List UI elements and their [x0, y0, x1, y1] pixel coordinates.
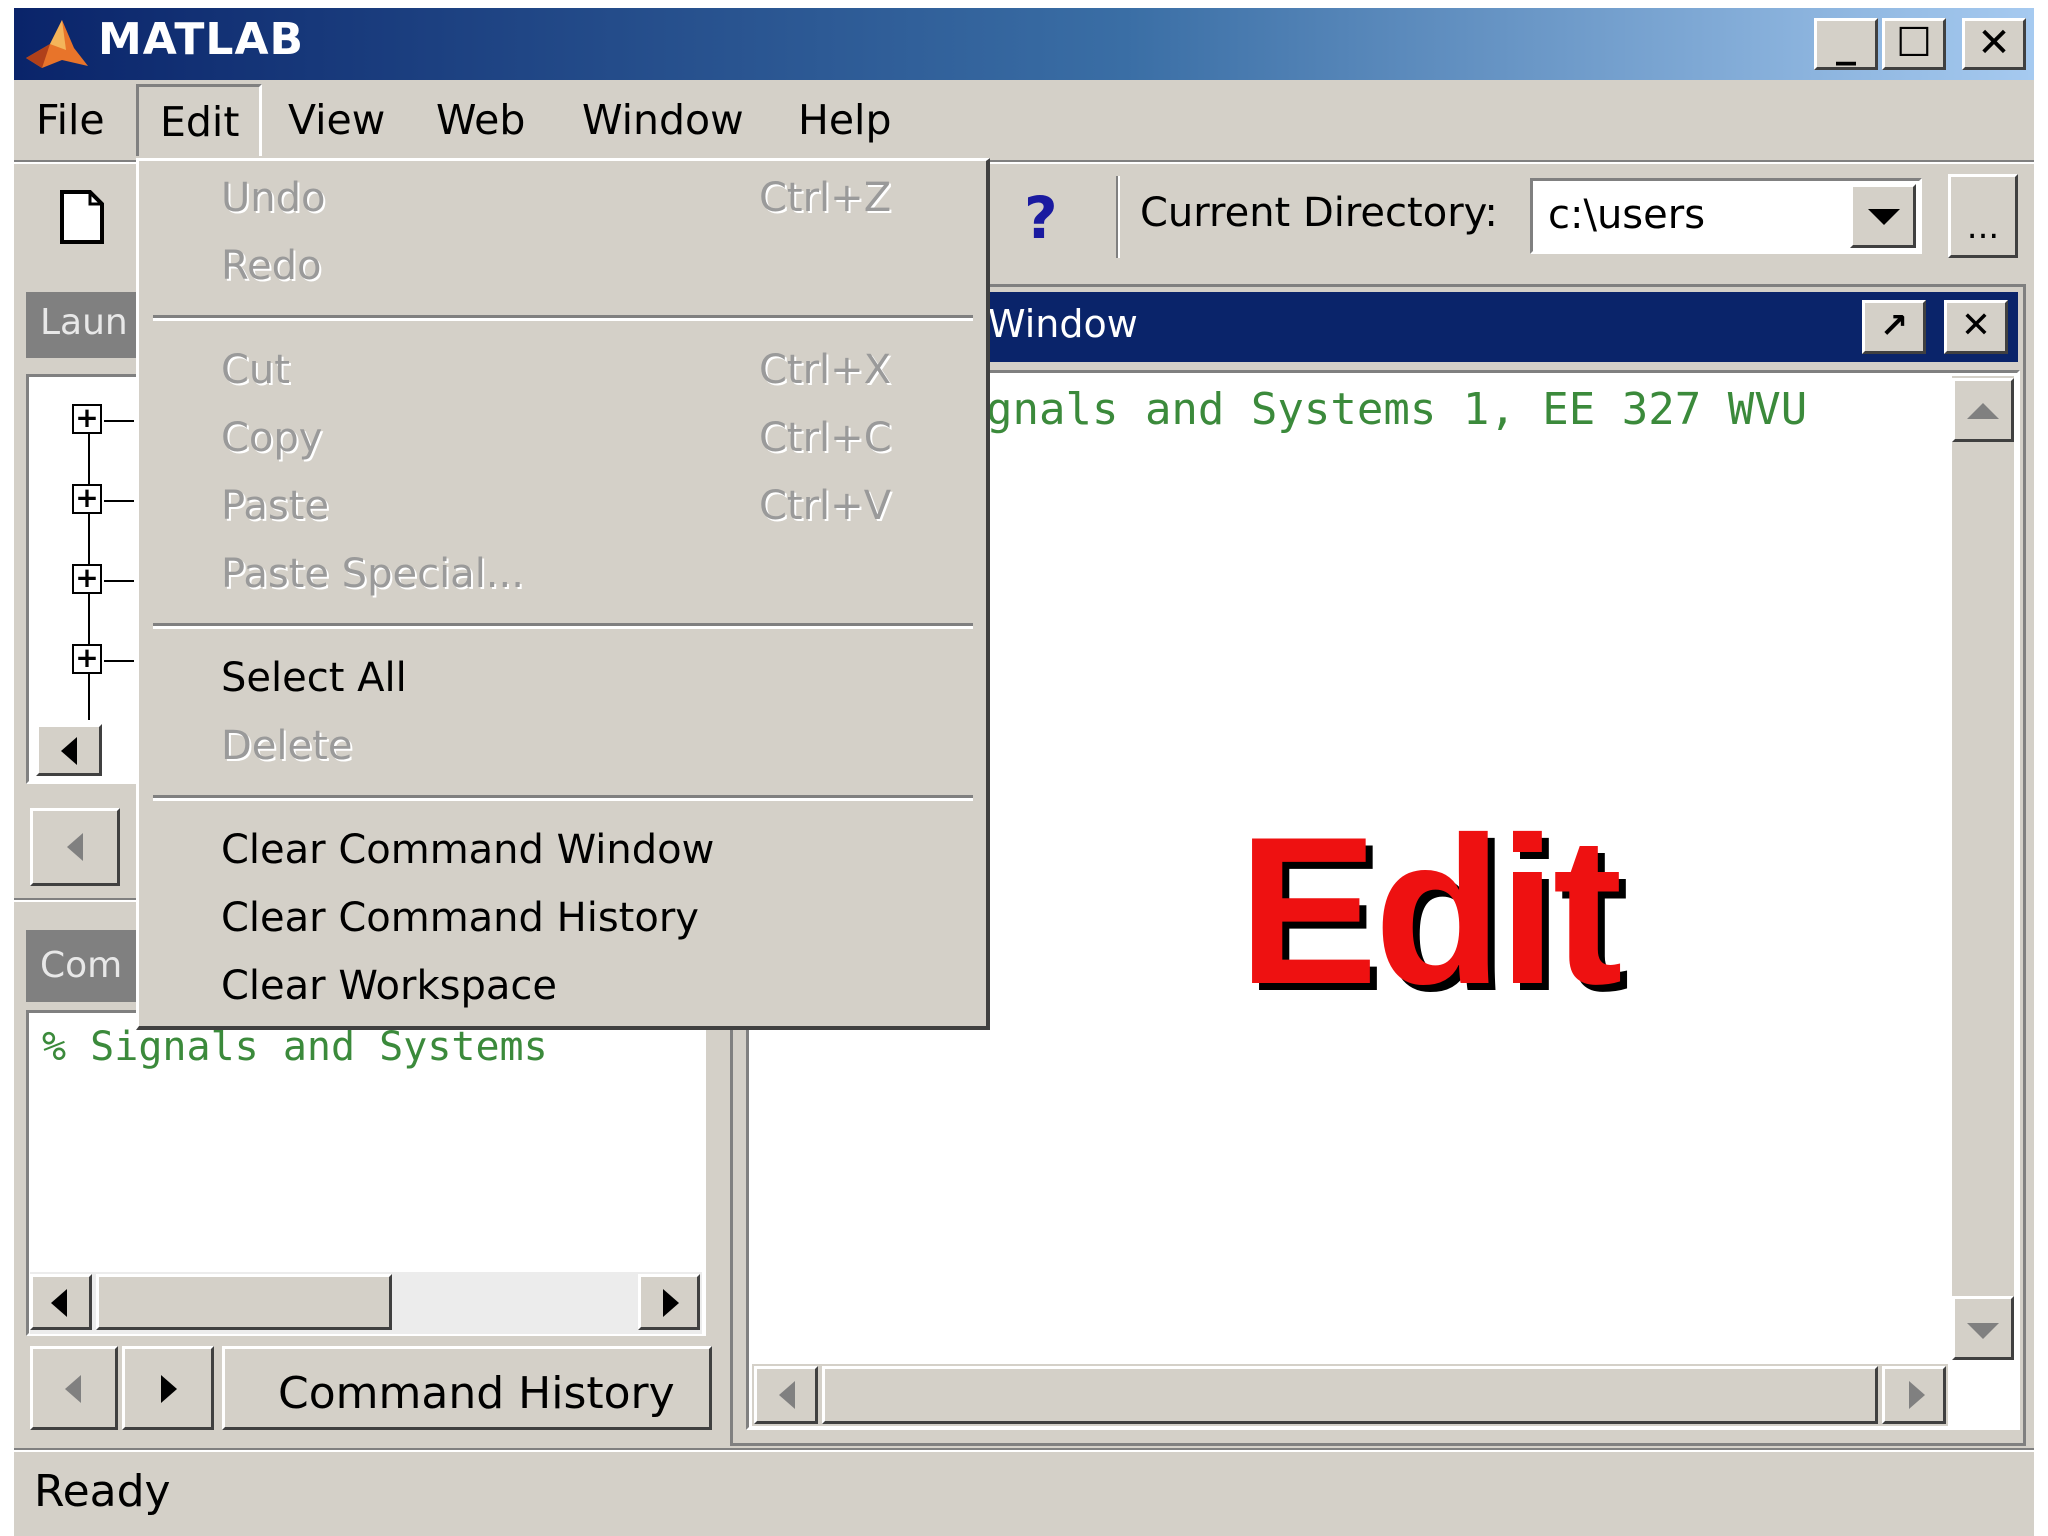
- chevron-down-icon: [1868, 209, 1900, 225]
- arrow-left-icon: [65, 1375, 81, 1403]
- menu-item-clear-command-window[interactable]: Clear Command Window: [221, 827, 714, 873]
- menu-view[interactable]: View: [288, 96, 385, 144]
- window-title: MATLAB: [98, 14, 305, 65]
- menu-item-redo[interactable]: Redo: [221, 243, 321, 289]
- menu-item-copy[interactable]: Copy: [221, 415, 322, 461]
- current-directory-label: Current Directory:: [1140, 190, 1498, 236]
- arrow-left-icon: [779, 1381, 795, 1409]
- menu-item-cut[interactable]: Cut: [221, 347, 290, 393]
- panel-nav-back-button[interactable]: [30, 1346, 118, 1430]
- status-bar-divider: [14, 1448, 2034, 1452]
- scroll-thumb[interactable]: [96, 1274, 392, 1330]
- tree-branch: [104, 500, 134, 502]
- arrow-right-icon: [161, 1375, 177, 1403]
- help-icon[interactable]: ?: [1024, 184, 1058, 252]
- shortcut-copy: Ctrl+C: [759, 415, 892, 461]
- scroll-left-button[interactable]: [30, 1274, 92, 1330]
- arrow-down-icon: [1967, 1323, 1999, 1339]
- menu-item-select-all[interactable]: Select All: [221, 655, 407, 701]
- toolbar-separator: [1116, 176, 1120, 258]
- menu-item-paste-special[interactable]: Paste Special...: [221, 551, 524, 597]
- menu-help[interactable]: Help: [798, 96, 891, 144]
- scroll-down-button[interactable]: [1952, 1296, 2014, 1360]
- matlab-logo-icon: [22, 14, 92, 72]
- undock-button[interactable]: ↗: [1862, 300, 1926, 354]
- shortcut-cut: Ctrl+X: [759, 347, 892, 393]
- current-directory-dropdown[interactable]: [1850, 184, 1916, 248]
- arrow-up-icon: [1967, 403, 1999, 419]
- panel-nav-forward-button[interactable]: [122, 1346, 214, 1430]
- close-button[interactable]: ✕: [1962, 18, 2026, 70]
- arrow-right-icon: [663, 1289, 679, 1317]
- menu-item-paste[interactable]: Paste: [221, 483, 329, 529]
- tab-command-history-label: Command History: [278, 1368, 675, 1419]
- menu-item-clear-command-history[interactable]: Clear Command History: [221, 895, 699, 941]
- menu-item-clear-workspace[interactable]: Clear Workspace: [221, 963, 557, 1009]
- arrow-right-icon: [1909, 1381, 1925, 1409]
- tree-branch: [104, 660, 134, 662]
- edit-menu: Undo Ctrl+Z Redo Cut Ctrl+X Copy Ctrl+C …: [136, 158, 990, 1030]
- scroll-up-button[interactable]: [1952, 378, 2014, 442]
- new-file-icon[interactable]: [58, 190, 106, 244]
- menu-item-delete[interactable]: Delete: [221, 723, 352, 769]
- title-bar[interactable]: [14, 8, 2034, 80]
- arrow-left-icon: [51, 1289, 67, 1317]
- scroll-left-button[interactable]: [36, 724, 102, 776]
- maximize-button[interactable]: ☐: [1882, 18, 1946, 70]
- tree-branch: [104, 420, 134, 422]
- close-panel-button[interactable]: ✕: [1944, 300, 2008, 354]
- minimize-button[interactable]: _: [1814, 18, 1878, 70]
- expand-icon[interactable]: +: [72, 644, 102, 674]
- expand-icon[interactable]: +: [72, 404, 102, 434]
- menu-file[interactable]: File: [36, 96, 105, 144]
- command-line: gnals and Systems 1, EE 327 WVU: [986, 384, 1808, 435]
- menu-separator: [153, 623, 973, 629]
- shortcut-paste: Ctrl+V: [759, 483, 892, 529]
- tree-branch: [104, 580, 134, 582]
- current-directory-value: c:\users: [1548, 192, 1706, 238]
- menu-separator: [153, 795, 973, 801]
- overlay-caption: Edit: [1238, 793, 1623, 1028]
- menu-item-undo[interactable]: Undo: [221, 175, 326, 221]
- panel-nav-back-button[interactable]: [30, 808, 120, 886]
- arrow-left-icon: [61, 737, 77, 765]
- menu-separator: [153, 315, 973, 321]
- shortcut-undo: Ctrl+Z: [759, 175, 892, 221]
- arrow-left-icon: [67, 833, 83, 861]
- command-window-title: Window: [988, 302, 1138, 346]
- scroll-thumb[interactable]: [822, 1366, 1878, 1424]
- status-text: Ready: [34, 1466, 171, 1517]
- expand-icon[interactable]: +: [72, 564, 102, 594]
- menu-edit[interactable]: Edit: [160, 98, 239, 146]
- history-line[interactable]: % Signals and Systems: [42, 1024, 548, 1070]
- scroll-left-button[interactable]: [754, 1366, 818, 1424]
- vertical-scrollbar[interactable]: [1952, 376, 2014, 1356]
- scroll-right-button[interactable]: [1882, 1366, 1946, 1424]
- menu-web[interactable]: Web: [436, 96, 525, 144]
- menu-window[interactable]: Window: [582, 96, 744, 144]
- scroll-right-button[interactable]: [638, 1274, 700, 1330]
- expand-icon[interactable]: +: [72, 484, 102, 514]
- browse-directory-button[interactable]: ...: [1948, 174, 2018, 258]
